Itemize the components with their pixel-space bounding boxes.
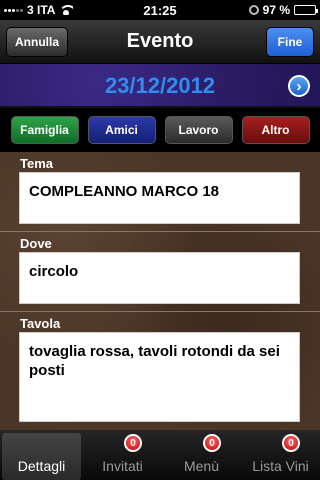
section-divider xyxy=(0,231,320,232)
category-altro-button[interactable]: Altro xyxy=(241,116,310,144)
dove-label: Dove xyxy=(20,236,52,251)
event-date[interactable]: 23/12/2012 xyxy=(0,73,320,99)
tavola-label: Tavola xyxy=(20,316,61,331)
category-selector: Famiglia Amici Lavoro Altro xyxy=(0,108,320,152)
tab-label: Lista Vini xyxy=(252,458,309,474)
badge: 0 xyxy=(124,434,142,452)
category-amici-button[interactable]: Amici xyxy=(87,116,156,144)
tavola-field[interactable]: tovaglia rossa, tavoli rotondi da sei po… xyxy=(19,332,300,422)
badge: 0 xyxy=(203,434,221,452)
tema-field[interactable]: COMPLEANNO MARCO 18 xyxy=(19,172,300,224)
date-bar: 23/12/2012 › xyxy=(0,64,320,108)
tab-lista-vini[interactable]: 0 Lista Vini xyxy=(241,430,320,480)
event-form: Tema COMPLEANNO MARCO 18 Dove circolo Ta… xyxy=(0,152,320,430)
category-lavoro-button[interactable]: Lavoro xyxy=(164,116,233,144)
battery-percent: 97 % xyxy=(262,3,290,17)
status-bar: 3 ITA 21:25 97 % xyxy=(0,0,320,20)
done-button[interactable]: Fine xyxy=(266,27,314,57)
tab-label: Dettagli xyxy=(17,458,66,474)
battery-icon xyxy=(294,5,318,15)
tab-label: Menù xyxy=(183,458,220,474)
orientation-lock-icon xyxy=(248,5,259,15)
dove-field[interactable]: circolo xyxy=(19,252,300,304)
category-famiglia-button[interactable]: Famiglia xyxy=(10,116,79,144)
tab-bar: Dettagli 0 Invitati 0 Menù 0 Lista Vini xyxy=(0,430,320,480)
tab-invitati[interactable]: 0 Invitati xyxy=(83,430,162,480)
navigation-bar: Annulla Evento Fine xyxy=(0,20,320,64)
tema-label: Tema xyxy=(20,156,53,171)
tab-menu[interactable]: 0 Menù xyxy=(162,430,241,480)
status-right: 97 % xyxy=(248,3,318,17)
badge: 0 xyxy=(282,434,300,452)
section-divider xyxy=(0,311,320,312)
tab-dettagli[interactable]: Dettagli xyxy=(2,433,81,480)
chevron-right-circle-icon[interactable]: › xyxy=(288,75,310,97)
tab-label: Invitati xyxy=(102,458,143,474)
